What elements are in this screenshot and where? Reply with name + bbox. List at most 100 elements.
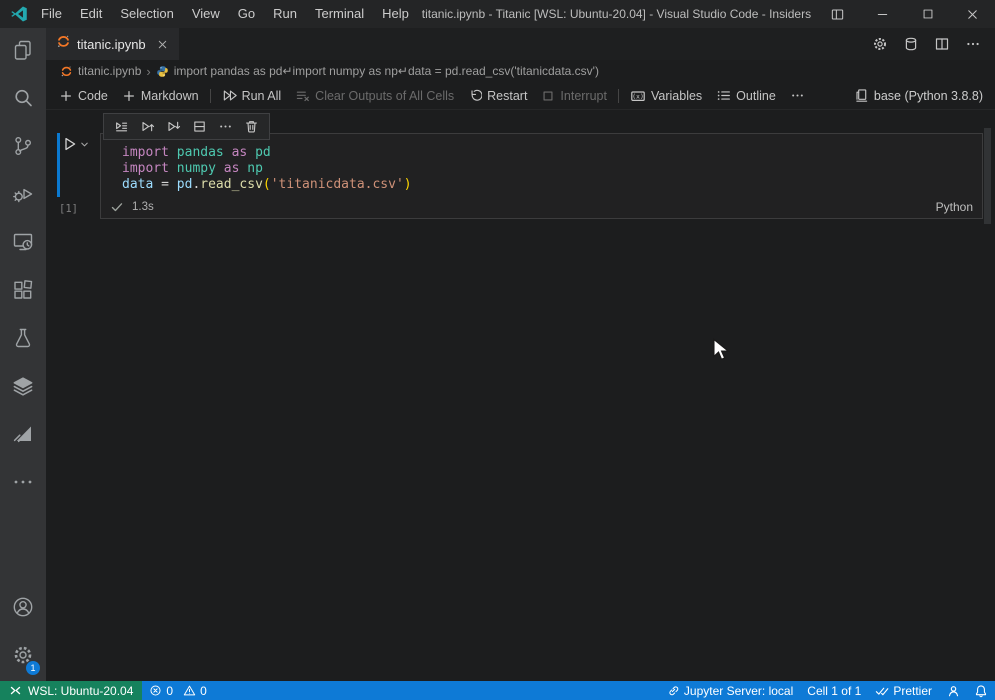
breadcrumb-separator: › [146,63,151,79]
more-cell-actions-icon[interactable] [218,119,233,134]
add-code-cell-button[interactable]: Code [52,82,115,109]
clear-outputs-label: Clear Outputs of All Cells [315,88,455,103]
cell-focus-bar [57,133,60,197]
feedback-item[interactable] [939,681,967,700]
cell-language-picker[interactable]: Python [936,200,973,214]
menu-selection[interactable]: Selection [111,0,182,28]
minimize-icon[interactable] [860,0,905,28]
extensions-icon [11,278,35,307]
activity-item-send-icon[interactable] [0,412,46,460]
kernel-label: base (Python 3.8.8) [873,88,983,103]
notebook-scrollbar[interactable] [984,128,991,224]
success-check-icon [110,200,124,214]
activity-item-testing-flask-icon[interactable] [0,316,46,364]
activity-item-remote-explorer-icon[interactable] [0,220,46,268]
activity-item-source-control-icon[interactable] [0,124,46,172]
cell-position-indicator[interactable]: Cell 1 of 1 [800,681,868,700]
restart-kernel-button[interactable]: Restart [461,82,534,109]
run-all-button[interactable]: Run All [215,82,289,109]
toolbar-separator [209,88,211,103]
kernel-icon [854,88,869,103]
split-cell-icon[interactable] [192,119,207,134]
activity-item-settings-gear-icon[interactable]: 1 [0,633,46,681]
execute-cell-and-below-icon[interactable] [166,119,181,134]
search-icon [11,86,35,115]
code-area[interactable]: import pandas as pd import numpy as np dat… [101,134,982,193]
cell-editor[interactable]: import pandas as pd import numpy as np dat… [100,133,983,219]
tab-label: titanic.ipynb [77,36,146,52]
run-all-label: Run All [241,88,282,103]
menu-view[interactable]: View [183,0,229,28]
tab-titanic-ipynb[interactable]: titanic.ipynb [46,28,179,60]
activity-item-search-icon[interactable] [0,76,46,124]
run-and-debug-icon [11,182,35,211]
remote-indicator[interactable]: WSL: Ubuntu-20.04 [0,681,143,700]
editor-actions [872,28,995,60]
notebook-toolbar: Code Markdown Run All Clear Outputs of A… [46,82,995,110]
interrupt-icon [541,89,555,103]
menu-bar: File Edit Selection View Go Run Terminal Help [32,0,418,28]
run-by-line-icon[interactable] [114,119,129,134]
menu-terminal[interactable]: Terminal [306,0,373,28]
activity-item-run-and-debug-icon[interactable] [0,172,46,220]
status-bar: WSL: Ubuntu-20.04 0 0 Jupyter Server: lo… [0,681,995,700]
jupyter-server-indicator[interactable]: Jupyter Server: local [660,681,800,700]
python-icon [156,65,169,78]
activity-item-explorer-icon[interactable] [0,28,46,76]
maximize-icon[interactable] [905,0,950,28]
code-line: data = pd.read_csv('titanicdata.csv') [122,177,412,192]
delete-cell-icon[interactable] [244,119,259,134]
variables-button[interactable]: (x) Variables [623,82,709,109]
layout-icon[interactable] [815,0,860,28]
activity-item-extensions-icon[interactable] [0,268,46,316]
gear-icon[interactable] [872,36,888,52]
more-toolbar-actions-button[interactable] [783,82,812,109]
activity-item-more-views-icon[interactable] [0,460,46,508]
plus-icon [122,89,136,103]
kernel-picker[interactable]: base (Python 3.8.8) [854,88,987,103]
jupyter-notebook-icon [56,34,71,54]
add-markdown-cell-button[interactable]: Markdown [115,82,206,109]
clear-outputs-button: Clear Outputs of All Cells [288,82,461,109]
activity-bar-top [0,28,46,508]
prettier-indicator[interactable]: Prettier [868,681,939,700]
database-icon[interactable] [903,36,919,52]
outline-button[interactable]: Outline [709,82,783,109]
breadcrumb-file[interactable]: titanic.ipynb [78,64,141,78]
settings-badge: 1 [26,661,40,675]
warning-icon [183,684,196,697]
cell-status-bar: 1.3s Python [101,196,982,218]
problems-indicator[interactable]: 0 0 [142,681,213,700]
activity-item-account-icon[interactable] [0,585,46,633]
close-tab-icon[interactable] [156,38,169,51]
menu-file[interactable]: File [32,0,71,28]
tab-bar: titanic.ipynb [46,28,995,60]
svg-text:(x): (x) [632,92,644,100]
split-editor-icon[interactable] [934,36,950,52]
execution-count: [1] [59,203,78,215]
warning-count: 0 [200,683,207,698]
menu-run[interactable]: Run [264,0,306,28]
clear-outputs-icon [295,88,310,103]
feedback-icon [946,684,960,698]
breadcrumb-cell-preview[interactable]: import pandas as pd↵import numpy as np↵d… [174,64,599,78]
activity-item-layers-icon[interactable] [0,364,46,412]
explorer-icon [11,38,35,67]
activity-bar-bottom: 1 [0,585,46,681]
more-actions-icon[interactable] [965,36,981,52]
breadcrumb: titanic.ipynb › import pandas as pd↵impo… [46,60,995,82]
remote-icon [9,684,22,697]
menu-edit[interactable]: Edit [71,0,111,28]
execute-above-cells-icon[interactable] [140,119,155,134]
remote-label: WSL: Ubuntu-20.04 [28,683,134,698]
notifications-item[interactable] [967,681,995,700]
run-cell-button[interactable] [62,136,90,152]
menu-help[interactable]: Help [373,0,418,28]
menu-go[interactable]: Go [229,0,264,28]
activity-bar: 1 [0,28,46,681]
add-markdown-label: Markdown [140,88,199,103]
source-control-icon [11,134,35,163]
title-bar: File Edit Selection View Go Run Terminal Help t… [0,0,995,28]
close-window-icon[interactable] [950,0,995,28]
account-icon [11,595,35,624]
